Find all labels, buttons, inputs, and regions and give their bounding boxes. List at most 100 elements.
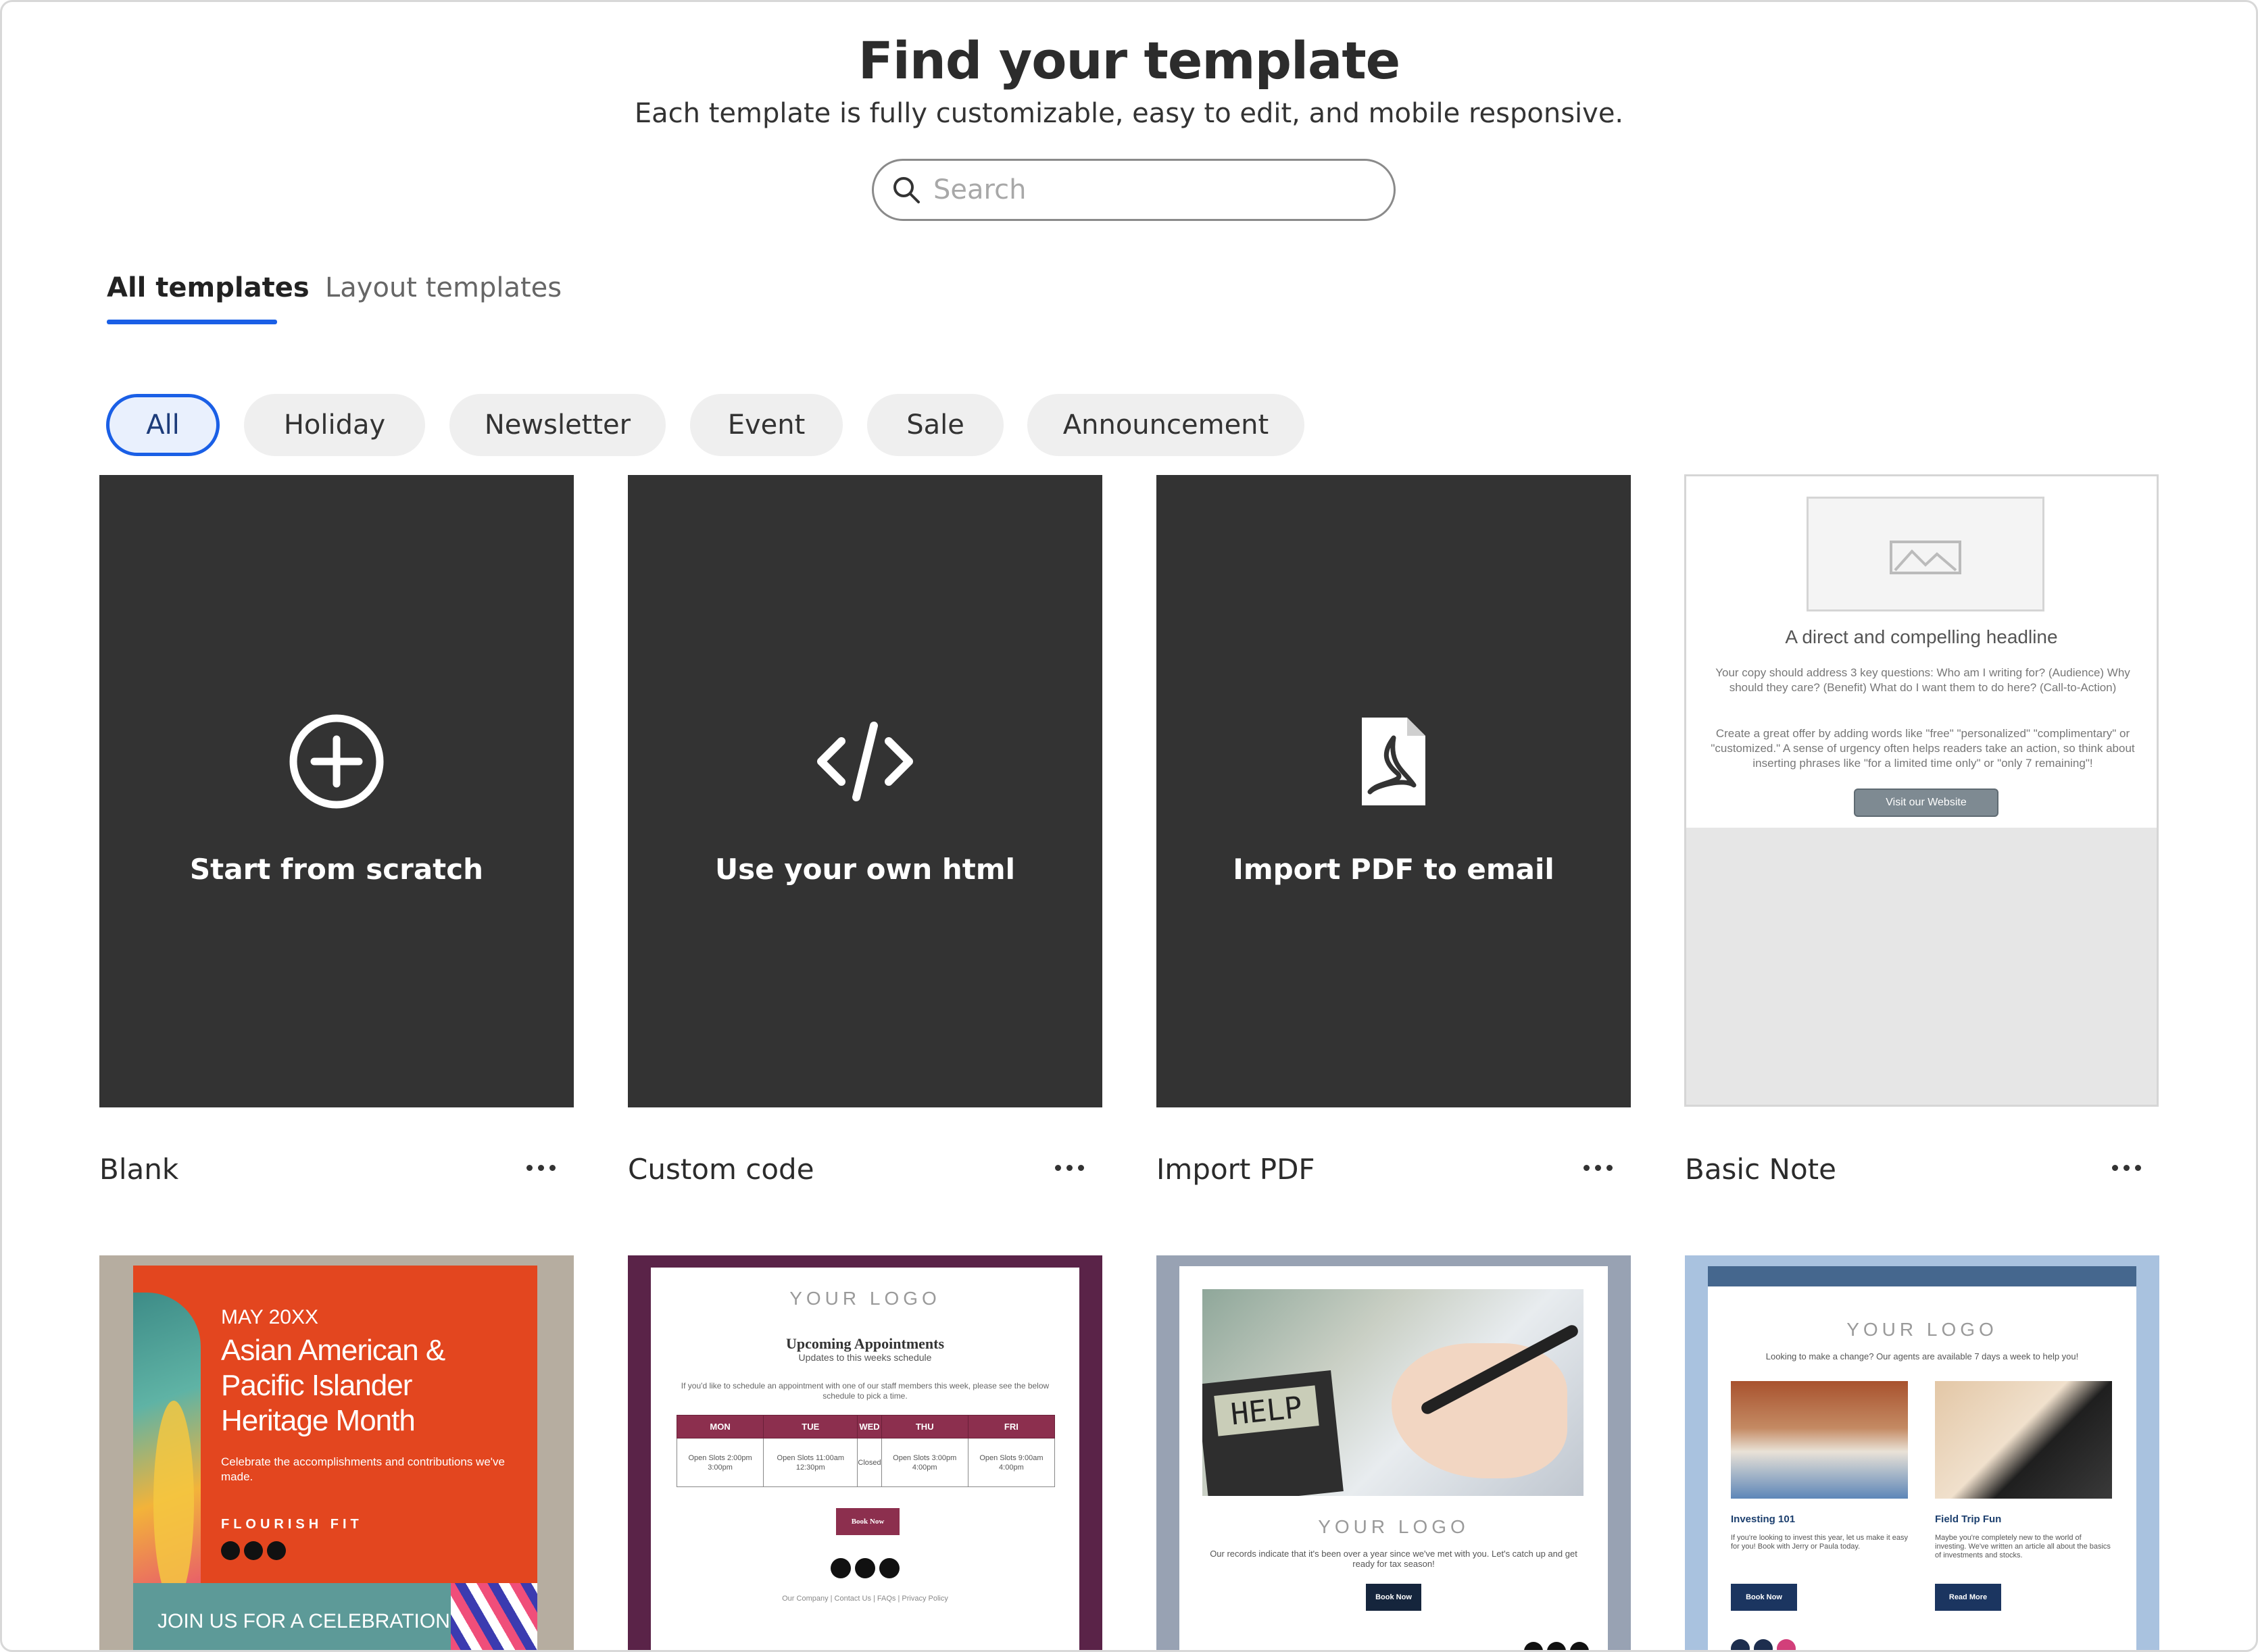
preview-headline: A direct and compelling headline [1785,626,2058,647]
preview-button: Visit our Website [1854,789,1998,817]
poster-date: MAY 20XX [221,1306,318,1328]
pdf-file-icon [1362,717,1425,805]
tab-layout-templates[interactable]: Layout templates [325,272,562,303]
slot-cell: Closed [857,1438,882,1487]
instagram-icon [879,1558,900,1578]
day-header: WED [857,1415,882,1438]
social-icons [1524,1642,1589,1650]
preview-header-bar [1708,1266,2136,1286]
column-text: If you're looking to invest this year, l… [1731,1534,1908,1551]
template-card-import-pdf[interactable]: Import PDF to email [1156,475,1631,1107]
card-name-basic-note: Basic Note [1685,1153,1836,1186]
stripes-decoration [451,1583,537,1650]
filter-event[interactable]: Event [690,394,843,456]
more-options-icon[interactable] [1574,1151,1621,1184]
schedule-table: MON TUE WED THU FRI Open Slots 2:00pm 3:… [676,1415,1056,1487]
filter-holiday[interactable]: Holiday [244,394,425,456]
column-text: Maybe you're completely new to the world… [1935,1534,2111,1559]
slot-cell: Open Slots 2:00pm 3:00pm [676,1438,764,1487]
x-icon [1754,1639,1773,1650]
search-input[interactable] [933,174,1352,205]
tab-all-templates[interactable]: All templates [107,272,310,303]
leaf-decoration [153,1401,194,1603]
social-icons [831,1558,900,1578]
day-header: MON [676,1415,764,1438]
preview-button: Book Now [1366,1584,1421,1611]
day-header: FRI [967,1415,1056,1438]
hand-shape [1392,1343,1567,1478]
aapi-poster: MAY 20XX Asian American & Pacific Island… [133,1266,537,1650]
preview-paragraph: Create a great offer by adding words lik… [1711,727,2135,770]
x-icon [244,1541,263,1560]
column-title: Field Trip Fun [1935,1513,2002,1525]
social-icons [1731,1639,1796,1650]
instagram-icon [1570,1642,1589,1650]
facebook-icon [831,1558,851,1578]
preview-paragraph: Your copy should address 3 key questions… [1715,666,2130,694]
template-card-tax-season[interactable]: HELP YOUR LOGO Our records indicate that… [1156,1255,1631,1650]
template-picker-window: Find your template Each template is full… [0,0,2258,1652]
filter-all[interactable]: All [106,394,220,456]
day-header: THU [881,1415,968,1438]
poster-headline: Asian American & Pacific Islander Herita… [221,1334,445,1437]
more-options-icon[interactable] [2103,1151,2150,1184]
template-card-basic-note[interactable]: A direct and compelling headline Your co… [1684,474,2159,1107]
slot-cell: Open Slots 11:00am 12:30pm [763,1438,858,1487]
agent-photo [1731,1381,1908,1499]
search-icon [893,177,920,203]
image-icon [1890,541,1961,574]
active-tab-indicator [107,320,277,324]
card-name-import-pdf: Import PDF [1156,1153,1315,1186]
preview-title: Upcoming Appointments [785,1335,945,1352]
template-card-aapi-heritage[interactable]: MAY 20XX Asian American & Pacific Island… [99,1255,574,1650]
logo-placeholder: YOUR LOGO [1846,1319,1998,1340]
template-card-investing[interactable]: YOUR LOGO Looking to make a change? Our … [1685,1255,2159,1650]
investing-preview: YOUR LOGO Looking to make a change? Our … [1708,1266,2136,1650]
preview-footer: Our Company | Contact Us | FAQs | Privac… [782,1595,948,1603]
basic-note-preview: A direct and compelling headline Your co… [1686,476,2157,828]
day-header: TUE [763,1415,858,1438]
x-icon [1547,1642,1566,1650]
more-options-icon[interactable] [1046,1151,1093,1184]
facebook-icon [1731,1639,1750,1650]
page-title: Find your template [858,30,1400,91]
preview-paragraph: If you'd like to schedule an appointment… [681,1381,1050,1401]
x-icon [855,1558,875,1578]
search-box[interactable] [872,159,1396,221]
poster-banner-text: JOIN US FOR A CELEBRATION [157,1610,450,1632]
facebook-icon [1524,1642,1543,1650]
card-label: Use your own html [715,852,1015,886]
preview-tagline: Looking to make a change? Our agents are… [1765,1351,2079,1361]
appointments-preview: YOUR LOGO Upcoming Appointments Updates … [651,1268,1079,1650]
preview-button: Read More [1935,1584,2001,1611]
tax-preview: HELP YOUR LOGO Our records indicate that… [1179,1266,1608,1650]
preview-subtitle: Updates to this weeks schedule [798,1352,932,1363]
filter-newsletter[interactable]: Newsletter [449,394,666,456]
page-subtitle: Each template is fully customizable, eas… [634,98,1624,129]
filter-sale[interactable]: Sale [867,394,1004,456]
card-name-custom-code: Custom code [628,1153,814,1186]
preview-paragraph: Our records indicate that it's been over… [1210,1549,1577,1569]
slot-cell: Open Slots 3:00pm 4:00pm [881,1438,968,1487]
agent-photo [1935,1381,2112,1499]
preview-button: Book Now [1731,1584,1797,1611]
slot-cell: Open Slots 9:00am 4:00pm [967,1438,1056,1487]
filter-announcement[interactable]: Announcement [1027,394,1304,456]
template-card-custom-code[interactable]: Use your own html [628,475,1102,1107]
template-card-blank[interactable]: Start from scratch [99,475,574,1107]
instagram-icon [267,1541,286,1560]
logo-placeholder: YOUR LOGO [789,1288,941,1309]
calculator-photo: HELP [1202,1289,1584,1496]
card-label: Start from scratch [189,852,484,886]
poster-brand: FLOURISH FIT [221,1517,363,1532]
social-icons [221,1541,286,1560]
code-icon [817,721,913,801]
image-placeholder [1807,497,2044,611]
instagram-icon [1777,1639,1796,1650]
template-card-appointments[interactable]: YOUR LOGO Upcoming Appointments Updates … [628,1255,1102,1650]
more-options-icon[interactable] [517,1151,564,1184]
logo-placeholder: YOUR LOGO [1318,1516,1469,1537]
poster-subtext: Celebrate the accomplishments and contri… [221,1455,505,1483]
plus-circle-icon [289,714,384,808]
card-label: Import PDF to email [1233,852,1554,886]
